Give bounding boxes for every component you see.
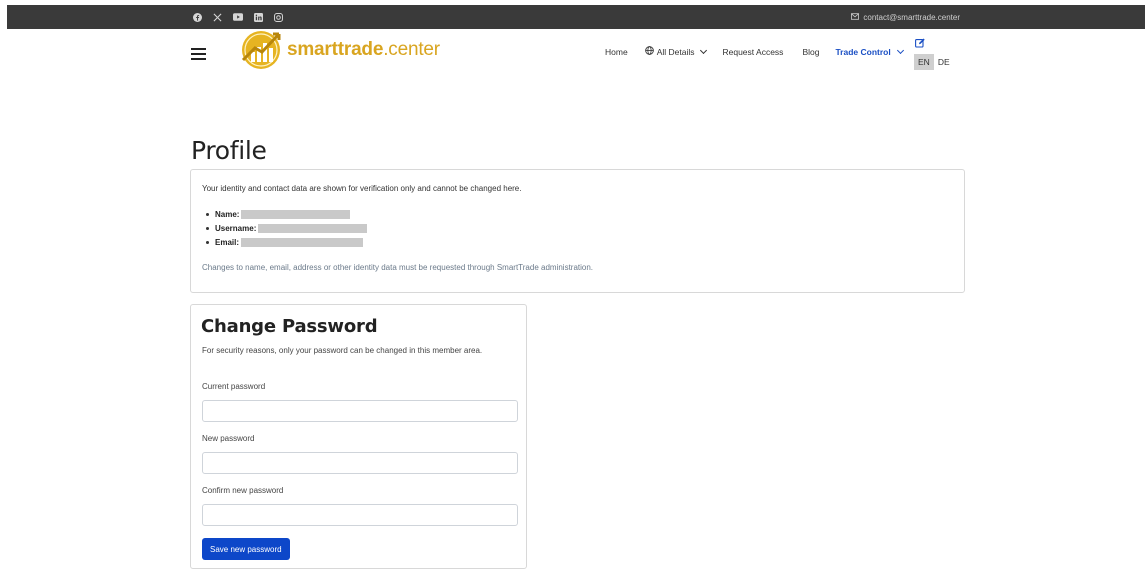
identity-intro-text: Your identity and contact data are shown… [202, 184, 522, 193]
confirm-password-input[interactable] [202, 504, 518, 526]
identity-card: Your identity and contact data are shown… [190, 169, 965, 293]
menu-hamburger-icon[interactable] [191, 48, 206, 60]
chevron-down-icon [896, 46, 904, 54]
nav-all-details-label: All Details [656, 46, 695, 57]
facebook-icon[interactable] [193, 12, 202, 22]
chevron-down-icon [700, 46, 708, 54]
name-redacted-value [241, 209, 351, 219]
change-password-card: Change Password For security reasons, on… [190, 304, 527, 569]
identity-list: Name: Username: Email: [206, 207, 368, 249]
contact-email-link[interactable]: contact@smarttrade.center [851, 5, 960, 29]
new-password-input[interactable] [202, 452, 518, 474]
identity-change-note: Changes to name, email, address or other… [202, 263, 594, 272]
contact-email-text: contact@smarttrade.center [863, 12, 960, 22]
confirm-password-label: Confirm new password [202, 486, 284, 495]
language-switcher: EN DE [914, 54, 954, 70]
brand-name: smarttrade.center [287, 39, 440, 60]
nav-blog-link[interactable]: Blog [802, 47, 819, 57]
youtube-icon[interactable] [233, 13, 243, 21]
nav-request-access-link[interactable]: Request Access [722, 47, 783, 57]
name-label: Name: [215, 209, 240, 219]
change-password-title: Change Password [201, 316, 378, 337]
identity-username-item: Username: [206, 221, 368, 235]
username-redacted-value [258, 223, 368, 233]
lang-en-option[interactable]: EN [914, 54, 934, 70]
lang-de-option[interactable]: DE [934, 54, 954, 70]
top-bar: contact@smarttrade.center [7, 5, 1145, 29]
brand-logo-icon [241, 31, 281, 69]
email-label: Email: [215, 237, 240, 247]
globe-icon [644, 46, 654, 57]
save-password-button[interactable]: Save new password [202, 538, 290, 560]
nav-trade-control-label: Trade Control [835, 46, 891, 57]
nav-home-link[interactable]: Home [605, 47, 628, 57]
main-navbar: smarttrade.center Home All Details Reque… [7, 29, 1145, 85]
email-redacted-value [241, 237, 364, 247]
identity-email-item: Email: [206, 235, 367, 249]
nav-trade-control-dropdown[interactable]: Trade Control [835, 46, 904, 57]
brand-logo-link[interactable]: smarttrade.center [235, 29, 440, 71]
username-label: Username: [215, 223, 257, 233]
current-password-input[interactable] [202, 400, 518, 422]
new-password-label: New password [202, 434, 255, 443]
current-password-label: Current password [202, 382, 266, 391]
page-title: Profile [191, 136, 267, 165]
edit-icon[interactable] [915, 38, 925, 51]
nav-all-details-dropdown[interactable]: All Details [644, 46, 708, 57]
x-icon[interactable] [213, 13, 222, 22]
envelope-icon [851, 12, 860, 22]
change-password-hint: For security reasons, only your password… [202, 346, 483, 355]
bullet-icon [206, 226, 209, 230]
identity-name-item: Name: [206, 207, 367, 221]
instagram-icon[interactable] [274, 12, 283, 22]
linkedin-icon[interactable] [254, 12, 263, 22]
bullet-icon [206, 240, 209, 244]
nav-links: Home All Details Request Access Blog Tra… [605, 46, 904, 57]
bullet-icon [206, 212, 209, 216]
social-links [193, 5, 283, 29]
